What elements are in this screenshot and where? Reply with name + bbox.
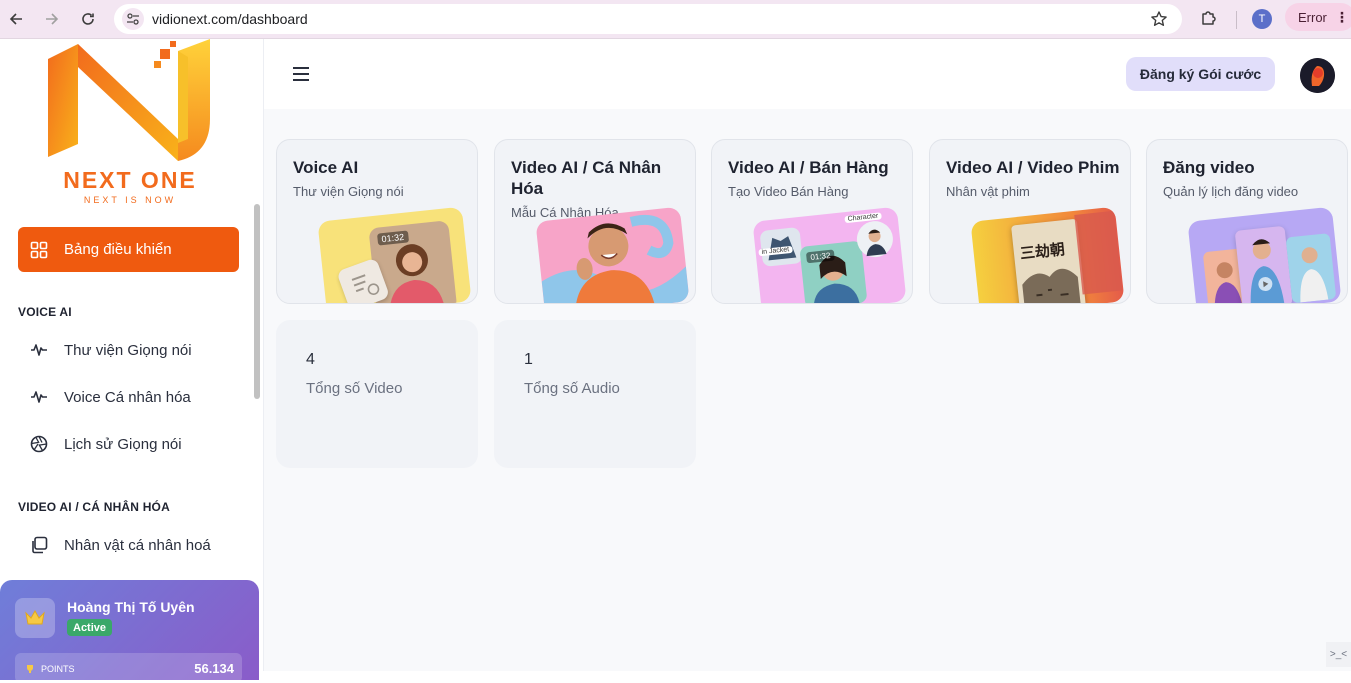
stat-total-video: 4 Tổng số Video [276,320,478,468]
sidebar-item-label: Lịch sử Giọng nói [64,435,182,453]
card-title: Voice AI [293,158,359,177]
error-button[interactable]: Error ⋮ [1285,3,1351,31]
card-subtitle: Thư viện Giọng nói [293,184,404,199]
card-voice-ai[interactable]: Voice AI Thư viện Giọng nói 01:32 [276,139,478,304]
poster-back [1074,210,1123,295]
brand-tagline: NEXT IS NOW [83,195,177,205]
person-illustration-icon [541,214,690,303]
points-value: 56.134 [194,661,234,676]
card-title: Video AI / Bán Hàng [728,158,889,177]
stat-total-audio: 1 Tổng số Audio [494,320,696,468]
forward-icon[interactable] [41,8,63,30]
dashboard-grid-icon [30,241,48,258]
address-bar[interactable]: vidionext.com/dashboard [114,4,1182,34]
card-subtitle: Nhân vật phim [946,184,1030,199]
sidebar-item-label: Bảng điều khiển [64,241,172,258]
movie-poster: 三劫朝 [1011,218,1087,303]
card-illustration: in Jacket 01:32 Character [752,206,907,303]
extensions-icon[interactable] [1199,8,1219,33]
card-video-ai-sales[interactable]: Video AI / Bán Hàng Tạo Video Bán Hàng i… [711,139,913,304]
sidebar-item-label: Thư viện Giọng nói [64,341,192,359]
card-video-ai-personalized[interactable]: Video AI / Cá Nhân Hóa Mẫu Cá Nhân Hóa [494,139,696,304]
browser-toolbar: vidionext.com/dashboard T Error ⋮ [0,0,1351,39]
main-content: Voice AI Thư viện Giọng nói 01:32 Video … [264,109,1351,671]
waveform-icon [30,341,48,359]
points-label-group: POINTS [25,664,75,674]
character-thumbnail [855,219,895,259]
top-header: Đăng ký Gói cước [264,39,1351,109]
status-badge: Active [67,619,113,636]
hamburger-menu-icon[interactable] [292,66,310,82]
sidebar-item-label: Voice Cá nhân hóa [64,388,191,406]
site-info-icon[interactable] [122,8,144,30]
card-title: Đăng video [1163,158,1255,177]
card-title: Video AI / Cá Nhân Hóa [511,158,662,198]
stat-value: 4 [306,351,315,368]
card-illustration: 三劫朝 [970,206,1125,303]
sidebar: NEXT ONE NEXT IS NOW Bảng điều khiển VOI… [0,39,264,683]
sidebar-item-voice-history[interactable]: Lịch sử Giọng nói [30,429,182,459]
back-icon[interactable] [5,8,27,30]
sidebar-item-dashboard[interactable]: Bảng điều khiển [18,227,239,272]
reload-icon[interactable] [77,8,99,30]
card-illustration [1187,206,1342,303]
sidebar-scrollbar[interactable] [254,204,260,399]
bookmark-star-icon[interactable] [1150,10,1168,33]
card-subtitle: Quản lý lịch đăng video [1163,184,1299,199]
card-subtitle: Tạo Video Bán Hàng [728,184,849,199]
profile-avatar[interactable]: T [1252,9,1272,29]
more-menu-icon[interactable]: ⋮ [1335,9,1349,26]
sidebar-item-label: Nhân vật cá nhân hoá [64,536,211,554]
stat-label: Tổng số Audio [524,380,620,397]
subscribe-button[interactable]: Đăng ký Gói cước [1126,57,1275,91]
video-thumb-3 [1285,233,1337,303]
brand-name: NEXT ONE [63,167,197,193]
stat-value: 1 [524,351,533,368]
user-card[interactable]: Hoàng Thị Tố Uyên Active POINTS 56.134 [0,580,259,683]
card-illustration [535,206,690,303]
toolbar-divider [1236,11,1237,29]
card-video-ai-movie[interactable]: Video AI / Video Phim Nhân vật phim 三劫朝 [929,139,1131,304]
url-text: vidionext.com/dashboard [152,11,308,27]
aperture-icon [30,435,48,453]
video-thumb-2 [1234,225,1293,303]
user-name: Hoàng Thị Tố Uyên [67,599,195,615]
points-label: POINTS [41,664,75,674]
stat-label: Tổng số Video [306,380,403,397]
devtools-icon[interactable]: >_< [1326,642,1351,667]
error-label: Error [1298,9,1327,25]
card-title: Video AI / Video Phim [946,158,1120,177]
trophy-icon [27,665,33,673]
section-title-voice-ai: VOICE AI [18,305,72,319]
copy-icon [30,536,48,554]
sidebar-item-personalized-character[interactable]: Nhân vật cá nhân hoá [30,530,211,560]
card-post-video[interactable]: Đăng video Quản lý lịch đăng video [1146,139,1348,304]
avatar[interactable] [1300,58,1335,93]
points-bar: POINTS 56.134 [15,653,242,683]
waveform-icon [30,388,48,406]
sidebar-item-voice-personalized[interactable]: Voice Cá nhân hóa [30,382,191,412]
card-illustration: 01:32 [317,206,472,303]
crown-icon [15,598,55,638]
sidebar-item-voice-library[interactable]: Thư viện Giọng nói [30,335,192,365]
section-title-video-ai: VIDEO AI / CÁ NHÂN HÓA [18,500,170,514]
